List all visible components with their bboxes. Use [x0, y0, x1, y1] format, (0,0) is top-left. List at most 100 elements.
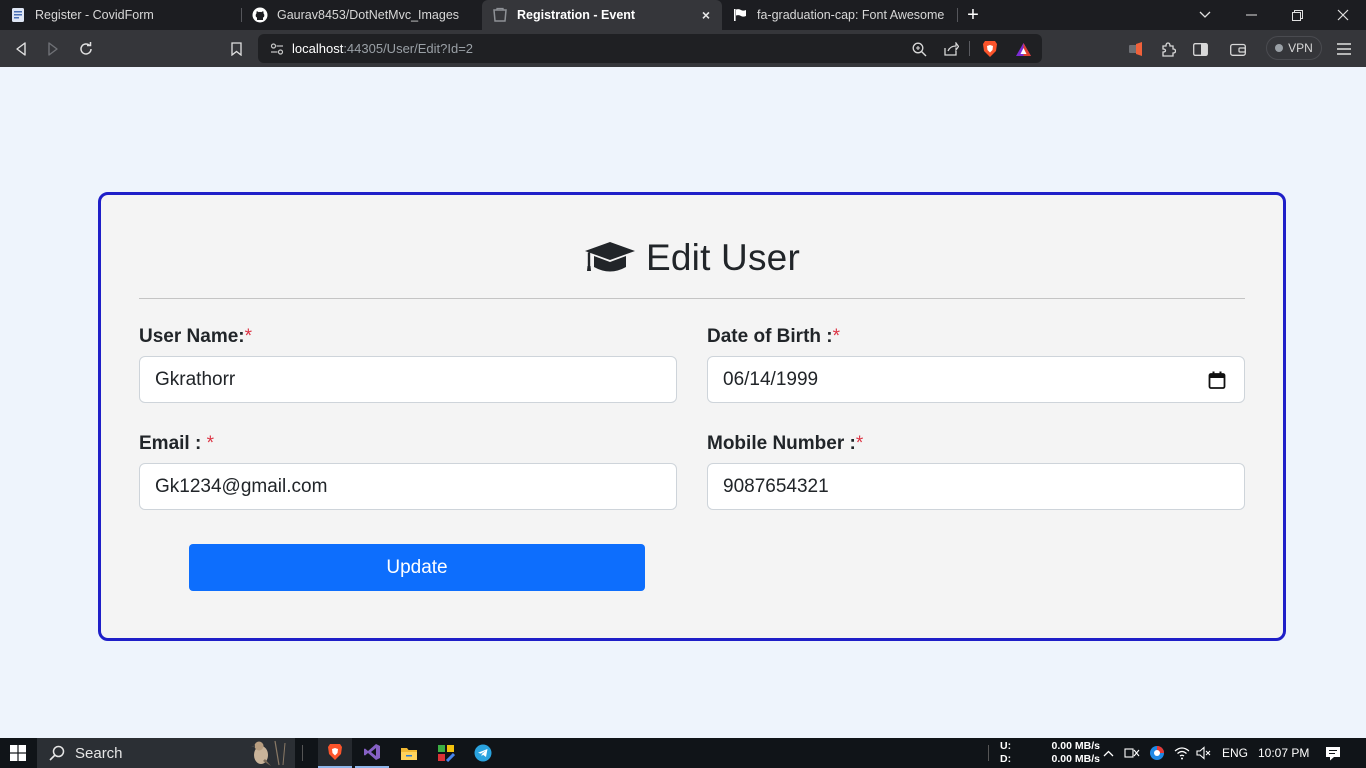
- omnibox-divider: [969, 41, 970, 56]
- url-text[interactable]: localhost:44305/User/Edit?Id=2: [292, 41, 473, 56]
- language-indicator[interactable]: ENG: [1222, 746, 1248, 760]
- dob-input[interactable]: [708, 357, 1244, 402]
- graduation-cap-icon: [584, 239, 636, 277]
- taskbar-divider: [300, 738, 304, 768]
- vpn-button[interactable]: VPN: [1266, 36, 1322, 60]
- document-icon: [10, 7, 26, 23]
- windows-start-icon[interactable]: [0, 738, 36, 768]
- tab-title: Gaurav8453/DotNetMvc_Images: [277, 8, 460, 22]
- site-settings-icon[interactable]: [266, 38, 288, 60]
- browser-tab-github[interactable]: Gaurav8453/DotNetMvc_Images: [242, 0, 482, 30]
- page-content: Edit User User Name:* Date of Birth :* E…: [0, 67, 1366, 738]
- paint-taskbar-icon[interactable]: [429, 738, 463, 768]
- update-button[interactable]: Update: [189, 544, 645, 591]
- file-explorer-taskbar-icon[interactable]: [392, 738, 426, 768]
- share-icon[interactable]: [940, 38, 962, 60]
- email-field: Email : *: [139, 433, 677, 510]
- dob-input-box: [707, 356, 1245, 403]
- email-input[interactable]: [140, 464, 676, 509]
- mobile-label: Mobile Number :*: [707, 433, 1245, 458]
- username-label-text: User Name:: [139, 326, 245, 347]
- title-divider: [139, 298, 1245, 299]
- required-asterisk: *: [832, 326, 841, 347]
- url-host: localhost: [292, 41, 344, 56]
- dob-field: Date of Birth :*: [707, 326, 1245, 403]
- username-input-box: [139, 356, 677, 403]
- flag-icon: [732, 7, 748, 23]
- notifications-icon[interactable]: [1320, 738, 1346, 768]
- restore-icon[interactable]: [1274, 0, 1320, 30]
- tab-search-chevron-icon[interactable]: [1182, 0, 1228, 30]
- vpn-status-dot: [1275, 44, 1284, 52]
- mobile-field: Mobile Number :*: [707, 433, 1245, 510]
- tab-separator: [957, 8, 958, 22]
- reload-icon[interactable]: [75, 38, 97, 60]
- menu-icon[interactable]: [1333, 38, 1355, 60]
- page-icon: [492, 7, 508, 23]
- required-asterisk: *: [244, 326, 253, 347]
- required-asterisk: *: [206, 433, 214, 454]
- mobile-input[interactable]: [708, 464, 1244, 509]
- net-down-value: 0.00 MB/s: [1051, 753, 1100, 765]
- form-heading: Edit User: [101, 237, 1283, 279]
- tab-title: Registration - Event: [517, 8, 636, 22]
- browser-toolbar: localhost:44305/User/Edit?Id=2 VPN: [0, 30, 1366, 67]
- tab-title: Register - CovidForm: [35, 8, 154, 22]
- url-path: :44305/User/Edit?Id=2: [343, 41, 474, 56]
- browser-tab-registration-active[interactable]: Registration - Event ×: [482, 0, 722, 30]
- edit-user-card: Edit User User Name:* Date of Birth :* E…: [98, 192, 1286, 641]
- browser-tab-font-awesome[interactable]: fa-graduation-cap: Font Awesome Icons: [722, 0, 958, 30]
- sidebar-icon[interactable]: [1189, 38, 1211, 60]
- username-field: User Name:*: [139, 326, 677, 403]
- vpn-label: VPN: [1288, 41, 1313, 55]
- mobile-label-text: Mobile Number :: [707, 433, 856, 454]
- email-label: Email : *: [139, 433, 677, 458]
- browser-tab-strip: Register - CovidForm Gaurav8453/DotNetMv…: [0, 0, 1366, 30]
- username-label: User Name:*: [139, 326, 677, 351]
- address-bar[interactable]: localhost:44305/User/Edit?Id=2: [258, 34, 1042, 63]
- wallet-icon[interactable]: [1227, 38, 1249, 60]
- back-icon[interactable]: [10, 38, 32, 60]
- net-down-label: D:: [1000, 753, 1012, 765]
- search-label: Search: [75, 744, 123, 762]
- network-speed-widget: U: 0.00 MB/s D: 0.00 MB/s: [1000, 740, 1100, 766]
- github-icon: [252, 7, 268, 23]
- net-up-label: U:: [1000, 740, 1012, 752]
- volume-muted-icon[interactable]: [1193, 738, 1215, 768]
- bookmark-icon[interactable]: [225, 38, 247, 60]
- username-input[interactable]: [140, 357, 676, 402]
- search-highlight-bird-icon: [245, 739, 293, 768]
- dob-label: Date of Birth :*: [707, 326, 1245, 351]
- close-window-icon[interactable]: [1320, 0, 1366, 30]
- zoom-icon[interactable]: [908, 38, 930, 60]
- show-hidden-icons-chevron-icon[interactable]: [1099, 738, 1117, 768]
- brave-rewards-icon[interactable]: [1012, 38, 1034, 60]
- media-icon[interactable]: [1125, 38, 1147, 60]
- app-tray-icon[interactable]: [1146, 738, 1168, 768]
- mobile-input-box: [707, 463, 1245, 510]
- calendar-icon[interactable]: [1208, 371, 1226, 389]
- taskbar-search-box[interactable]: Search: [37, 738, 295, 768]
- form-title: Edit User: [646, 237, 800, 278]
- brave-browser-taskbar-icon[interactable]: [318, 738, 352, 768]
- dob-label-text: Date of Birth :: [707, 326, 833, 347]
- search-icon: [49, 745, 65, 761]
- email-label-text: Email :: [139, 433, 207, 454]
- email-input-box: [139, 463, 677, 510]
- brave-shields-icon[interactable]: [979, 38, 1001, 60]
- tray-divider: [986, 738, 990, 768]
- extensions-icon[interactable]: [1157, 38, 1179, 60]
- wifi-icon[interactable]: [1171, 738, 1193, 768]
- new-tab-button[interactable]: +: [958, 0, 988, 30]
- telegram-taskbar-icon[interactable]: [466, 738, 500, 768]
- close-tab-icon[interactable]: ×: [698, 7, 714, 23]
- required-asterisk: *: [855, 433, 864, 454]
- tab-title: fa-graduation-cap: Font Awesome Icons: [757, 8, 948, 22]
- forward-icon[interactable]: [42, 38, 64, 60]
- net-up-value: 0.00 MB/s: [1051, 740, 1100, 752]
- minimize-icon[interactable]: [1228, 0, 1274, 30]
- input-indicator-icon[interactable]: [1121, 738, 1143, 768]
- clock-time[interactable]: 10:07 PM: [1258, 746, 1309, 760]
- visual-studio-taskbar-icon[interactable]: [355, 738, 389, 768]
- browser-tab-register[interactable]: Register - CovidForm: [0, 0, 242, 30]
